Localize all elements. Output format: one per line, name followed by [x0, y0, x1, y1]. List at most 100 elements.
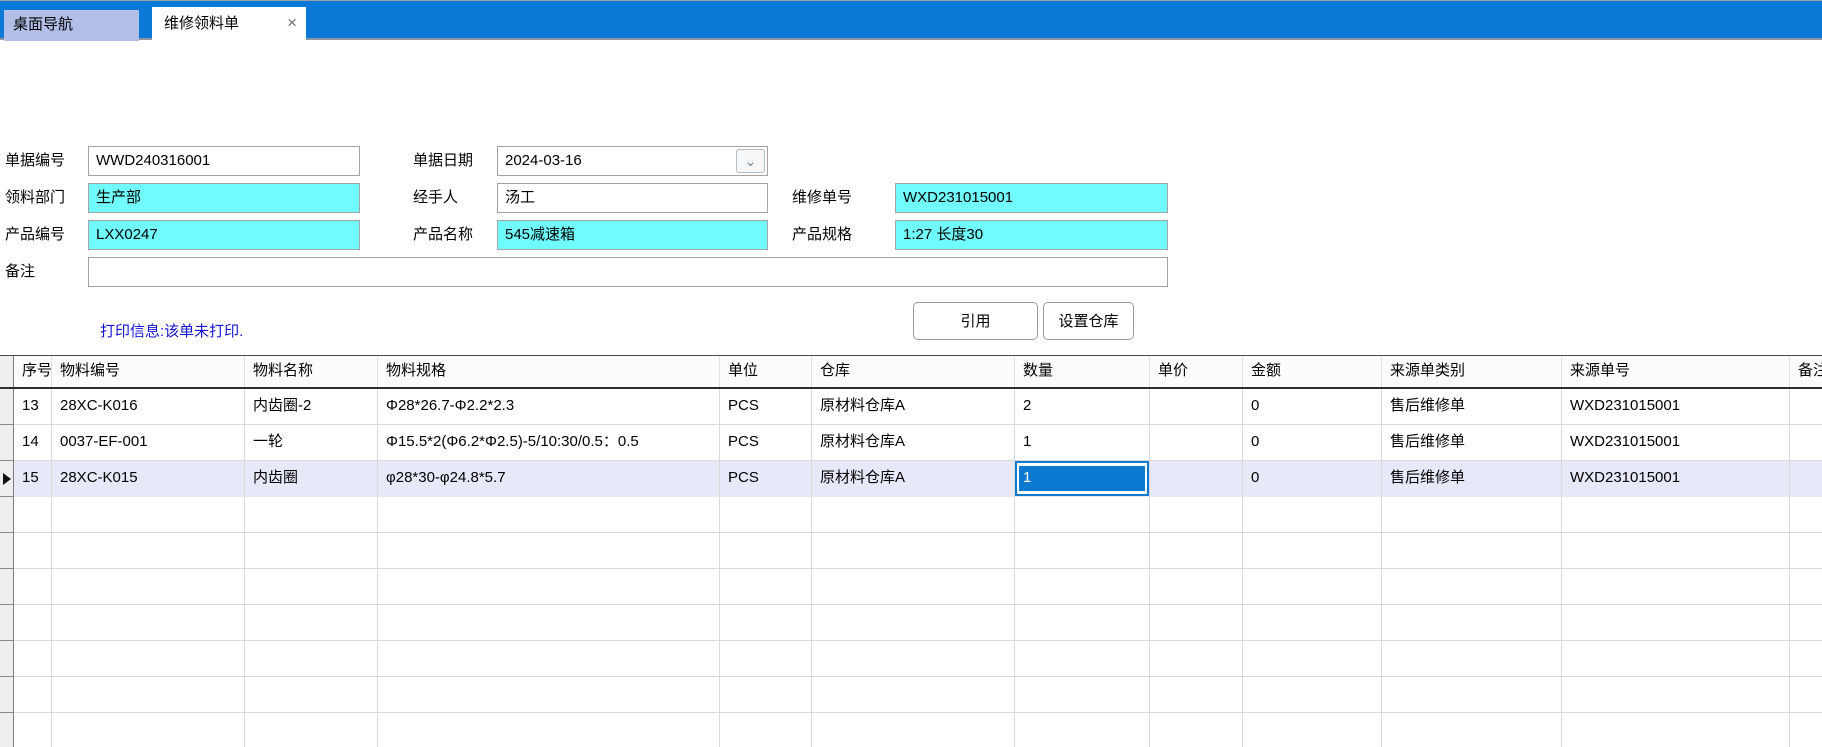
qty-cell-editor[interactable]: 1	[1015, 461, 1149, 496]
cell-source_no[interactable]: WXD231015001	[1562, 389, 1790, 425]
cell-unit[interactable]	[720, 533, 812, 569]
cell-amount[interactable]	[1243, 569, 1382, 605]
cell-source_no[interactable]	[1562, 533, 1790, 569]
cell-qty[interactable]	[1015, 569, 1150, 605]
doc-date-field[interactable]: 2024-03-16 ⌄	[497, 146, 768, 176]
cell-price[interactable]	[1150, 713, 1243, 747]
cell-name[interactable]	[245, 605, 378, 641]
set-warehouse-button[interactable]: 设置仓库	[1043, 302, 1134, 340]
cell-warehouse[interactable]	[812, 713, 1015, 747]
cell-warehouse[interactable]	[812, 533, 1015, 569]
cell-spec[interactable]	[378, 605, 720, 641]
cell-qty[interactable]: 2	[1015, 389, 1150, 425]
table-row-empty[interactable]	[0, 497, 1822, 533]
cell-warehouse[interactable]: 原材料仓库A	[812, 389, 1015, 425]
cell-name[interactable]	[245, 569, 378, 605]
cell-warehouse[interactable]	[812, 641, 1015, 677]
repair-no-field[interactable]: WXD231015001	[895, 183, 1168, 213]
cell-unit[interactable]	[720, 497, 812, 533]
cell-price[interactable]	[1150, 641, 1243, 677]
product-name-field[interactable]: 545减速箱	[497, 220, 768, 250]
cell-no[interactable]	[14, 641, 52, 677]
product-no-field[interactable]: LXX0247	[88, 220, 360, 250]
handler-field[interactable]: 汤工	[497, 183, 768, 213]
cell-unit[interactable]	[720, 677, 812, 713]
cell-remark[interactable]	[1790, 497, 1822, 533]
cell-remark[interactable]	[1790, 389, 1822, 425]
cell-qty[interactable]	[1015, 713, 1150, 747]
header-code[interactable]: 物料编号	[52, 356, 245, 387]
cell-source_type[interactable]	[1382, 569, 1562, 605]
cell-code[interactable]	[52, 641, 245, 677]
cell-price[interactable]	[1150, 425, 1243, 461]
cell-amount[interactable]	[1243, 605, 1382, 641]
cell-code[interactable]: 0037-EF-001	[52, 425, 245, 461]
cell-amount[interactable]: 0	[1243, 389, 1382, 425]
tab-desktop-navigation[interactable]: 桌面导航	[4, 10, 139, 41]
remark-field[interactable]	[88, 257, 1168, 287]
close-icon[interactable]: ×	[287, 7, 297, 41]
cell-source_type[interactable]: 售后维修单	[1382, 389, 1562, 425]
cell-price[interactable]	[1150, 533, 1243, 569]
cell-warehouse[interactable]	[812, 497, 1015, 533]
cell-code[interactable]	[52, 677, 245, 713]
cell-spec[interactable]	[378, 497, 720, 533]
cell-unit[interactable]	[720, 569, 812, 605]
cell-name[interactable]	[245, 641, 378, 677]
cell-name[interactable]	[245, 533, 378, 569]
cell-remark[interactable]	[1790, 461, 1822, 497]
cell-source_type[interactable]: 售后维修单	[1382, 425, 1562, 461]
cell-source_no[interactable]	[1562, 569, 1790, 605]
cell-price[interactable]	[1150, 569, 1243, 605]
cell-name[interactable]: 内齿圈	[245, 461, 378, 497]
cell-source_type[interactable]	[1382, 533, 1562, 569]
table-row-empty[interactable]	[0, 713, 1822, 747]
table-row-empty[interactable]	[0, 677, 1822, 713]
cell-no[interactable]: 15	[14, 461, 52, 497]
chevron-down-icon[interactable]: ⌄	[736, 149, 765, 173]
product-spec-field[interactable]: 1:27 长度30	[895, 220, 1168, 250]
cell-amount[interactable]	[1243, 497, 1382, 533]
cell-name[interactable]	[245, 713, 378, 747]
cell-source_no[interactable]: WXD231015001	[1562, 461, 1790, 497]
cell-spec[interactable]	[378, 533, 720, 569]
cell-no[interactable]	[14, 569, 52, 605]
cell-spec[interactable]: Φ28*26.7-Φ2.2*2.3	[378, 389, 720, 425]
cell-warehouse[interactable]: 原材料仓库A	[812, 461, 1015, 497]
header-spec[interactable]: 物料规格	[378, 356, 720, 387]
cell-no[interactable]	[14, 533, 52, 569]
cell-remark[interactable]	[1790, 605, 1822, 641]
table-row-empty[interactable]	[0, 605, 1822, 641]
cell-source_type[interactable]	[1382, 641, 1562, 677]
cell-warehouse[interactable]	[812, 605, 1015, 641]
cell-code[interactable]: 28XC-K015	[52, 461, 245, 497]
cell-source_type[interactable]: 售后维修单	[1382, 461, 1562, 497]
cell-amount[interactable]	[1243, 713, 1382, 747]
cell-code[interactable]	[52, 497, 245, 533]
cell-spec[interactable]	[378, 713, 720, 747]
cell-price[interactable]	[1150, 605, 1243, 641]
cell-amount[interactable]: 0	[1243, 425, 1382, 461]
header-price[interactable]: 单价	[1150, 356, 1243, 387]
cell-name[interactable]	[245, 497, 378, 533]
cell-spec[interactable]: Φ15.5*2(Φ6.2*Φ2.5)-5/10:30/0.5：0.5	[378, 425, 720, 461]
cell-remark[interactable]	[1790, 713, 1822, 747]
cell-price[interactable]	[1150, 461, 1243, 497]
cell-source_no[interactable]	[1562, 677, 1790, 713]
cell-unit[interactable]	[720, 605, 812, 641]
table-row-13[interactable]: 1328XC-K016内齿圈-2Φ28*26.7-Φ2.2*2.3PCS原材料仓…	[0, 389, 1822, 425]
cell-spec[interactable]	[378, 569, 720, 605]
cell-amount[interactable]: 0	[1243, 461, 1382, 497]
cell-unit[interactable]: PCS	[720, 389, 812, 425]
cell-code[interactable]	[52, 713, 245, 747]
cell-no[interactable]	[14, 677, 52, 713]
cell-amount[interactable]	[1243, 641, 1382, 677]
cell-unit[interactable]	[720, 641, 812, 677]
table-row-empty[interactable]	[0, 533, 1822, 569]
cell-remark[interactable]	[1790, 641, 1822, 677]
table-row-empty[interactable]	[0, 569, 1822, 605]
cell-qty[interactable]	[1015, 605, 1150, 641]
cell-qty[interactable]: 1	[1015, 425, 1150, 461]
header-amount[interactable]: 金额	[1243, 356, 1382, 387]
cell-name[interactable]: 一轮	[245, 425, 378, 461]
